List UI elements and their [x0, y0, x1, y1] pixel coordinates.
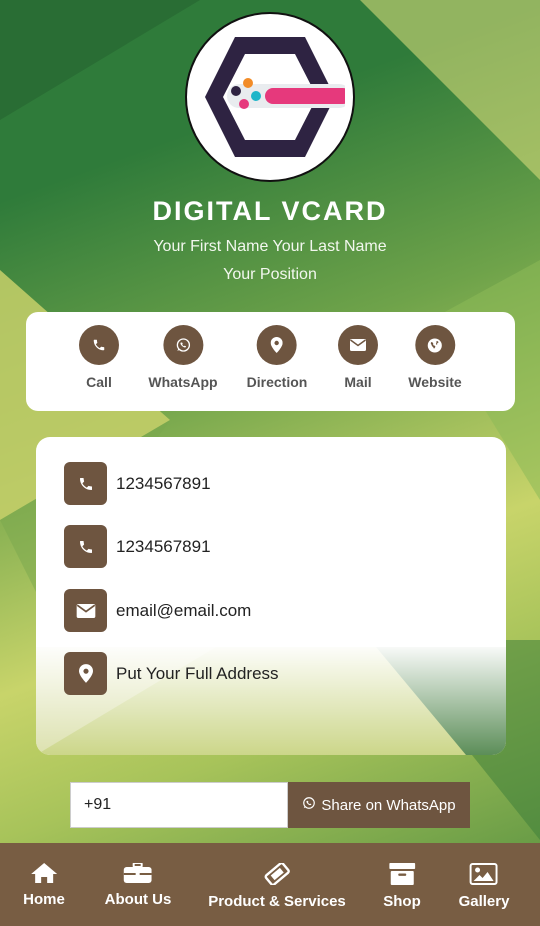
- phone-icon: [64, 525, 107, 568]
- home-icon: [31, 863, 57, 888]
- bottom-nav: Home About Us Product & Services Shop Ga…: [0, 843, 540, 926]
- direction-label: Direction: [246, 374, 308, 390]
- call-button[interactable]: Call: [79, 325, 119, 390]
- position: Your Position: [223, 266, 317, 283]
- direction-button[interactable]: Direction: [246, 325, 308, 390]
- logo: [185, 12, 355, 182]
- phone-icon: [79, 325, 119, 365]
- contact-card: 1234567891 1234567891 email@email.com Pu…: [36, 437, 506, 755]
- ticket-icon: [264, 861, 290, 890]
- envelope-icon: [64, 589, 107, 632]
- website-label: Website: [408, 374, 462, 390]
- whatsapp-icon: [163, 325, 203, 365]
- nav-product-label: Product & Services: [208, 893, 346, 910]
- nav-about-label: About Us: [104, 891, 172, 908]
- share-form: +91 Share on WhatsApp: [70, 782, 470, 828]
- whatsapp-label: WhatsApp: [148, 374, 218, 390]
- phone-number-1: 1234567891: [116, 473, 211, 493]
- map-marker-icon: [257, 325, 297, 365]
- image-icon: [470, 863, 498, 890]
- phone-icon: [64, 462, 107, 505]
- address-row[interactable]: Put Your Full Address: [64, 652, 279, 695]
- call-label: Call: [86, 374, 112, 390]
- nav-gallery[interactable]: Gallery: [458, 863, 510, 910]
- share-whatsapp-label: Share on WhatsApp: [321, 796, 456, 814]
- whatsapp-number-input[interactable]: +91: [70, 782, 288, 828]
- whatsapp-icon: [302, 796, 316, 814]
- mail-button[interactable]: Mail: [338, 325, 378, 390]
- nav-home[interactable]: Home: [23, 863, 65, 908]
- phone-row-1[interactable]: 1234567891: [64, 462, 211, 505]
- nav-about-us[interactable]: About Us: [104, 862, 172, 908]
- email-address: email@email.com: [116, 600, 252, 620]
- nav-gallery-label: Gallery: [458, 893, 510, 910]
- full-name: Your First Name Your Last Name: [153, 238, 387, 255]
- briefcase-icon: [123, 862, 152, 888]
- nav-shop[interactable]: Shop: [383, 863, 421, 910]
- globe-icon: [415, 325, 455, 365]
- page-title: DIGITAL VCARD: [152, 196, 388, 226]
- quick-actions: Call WhatsApp Direction Mail Website: [26, 312, 515, 411]
- nav-home-label: Home: [23, 891, 65, 908]
- whatsapp-button[interactable]: WhatsApp: [148, 325, 218, 390]
- email-row[interactable]: email@email.com: [64, 589, 251, 632]
- archive-icon: [389, 863, 415, 890]
- full-address: Put Your Full Address: [116, 663, 279, 683]
- website-button[interactable]: Website: [408, 325, 462, 390]
- nav-shop-label: Shop: [383, 893, 421, 910]
- phone-number-2: 1234567891: [116, 536, 211, 556]
- nav-product-services[interactable]: Product & Services: [208, 861, 346, 910]
- envelope-icon: [338, 325, 378, 365]
- map-marker-icon: [64, 652, 107, 695]
- mail-label: Mail: [344, 374, 372, 390]
- phone-row-2[interactable]: 1234567891: [64, 525, 211, 568]
- share-whatsapp-button[interactable]: Share on WhatsApp: [288, 782, 470, 828]
